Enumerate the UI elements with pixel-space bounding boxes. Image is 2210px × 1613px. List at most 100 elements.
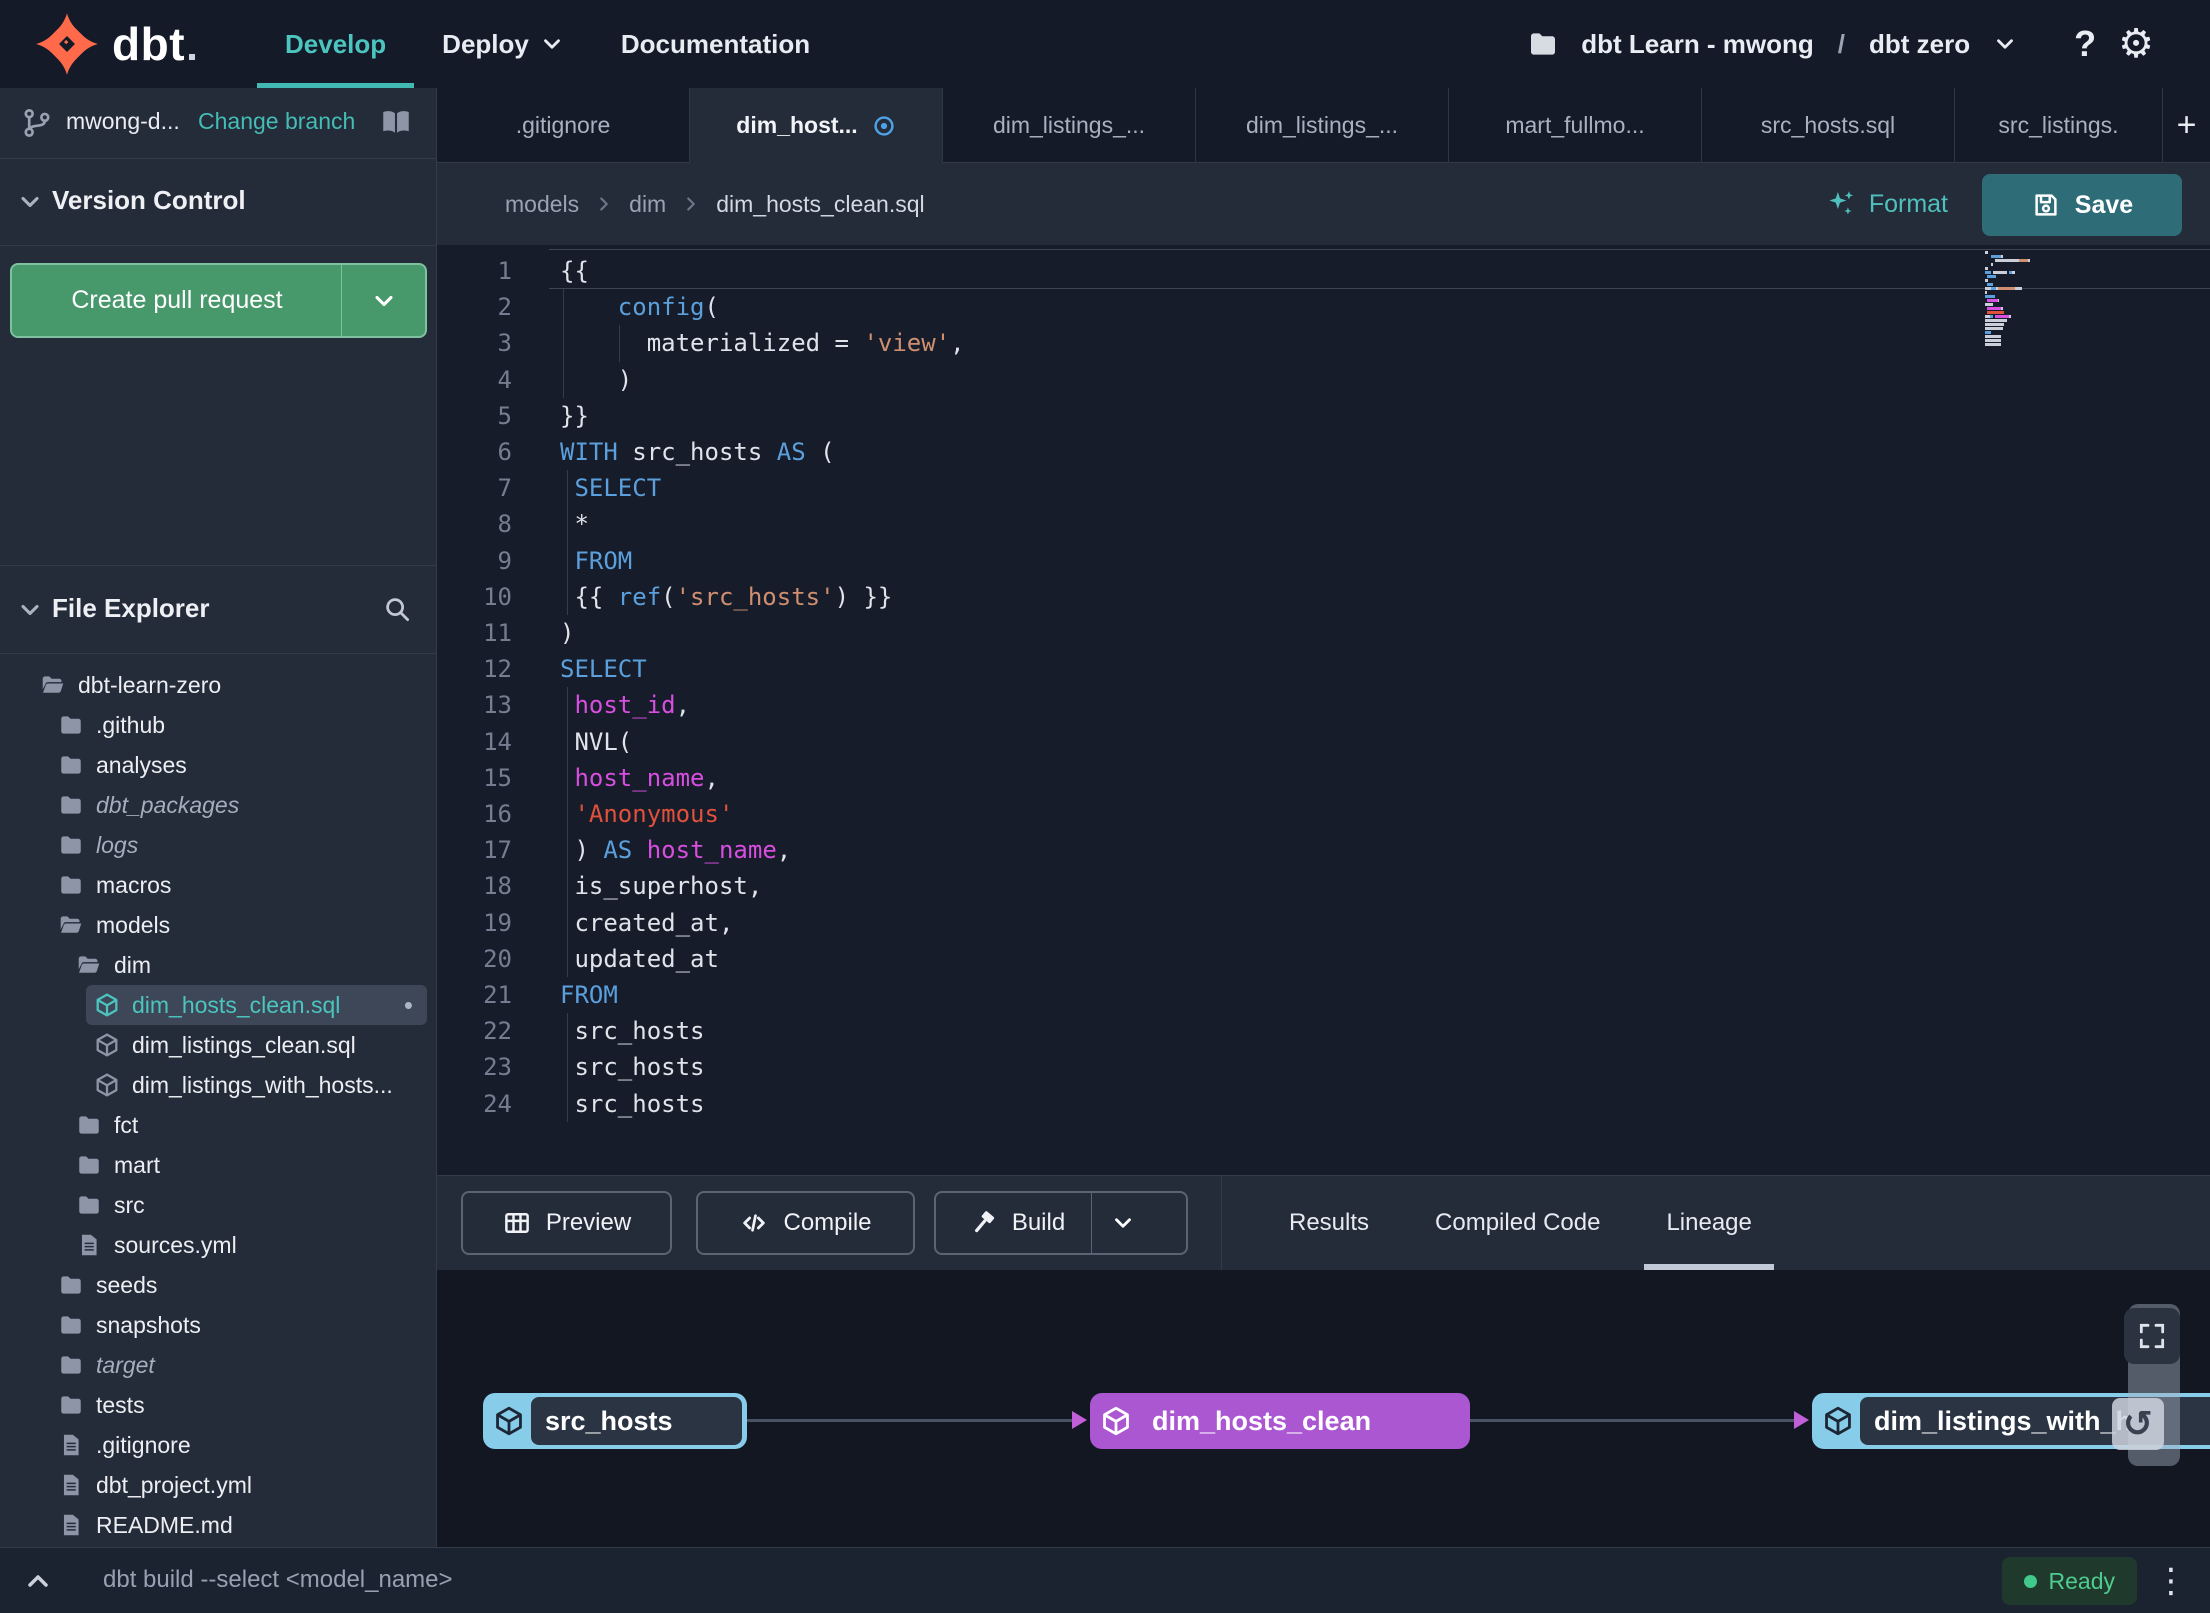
code-text: {{ ref('src_hosts') }} [560,582,893,611]
code-line: 11) [437,615,2210,652]
tab-dim-listings[interactable]: dim_listings_... [1196,88,1449,163]
build-dropdown[interactable] [1091,1193,1154,1253]
line-number: 9 [497,546,512,575]
code-line: 1 {{ [437,253,2210,290]
tree-item-dbt-project-yml[interactable]: dbt_project.yml [0,1465,436,1505]
tree-item-dim-listings-with-hosts[interactable]: dim_listings_with_hosts... [0,1065,436,1105]
tab-src-hosts-sql[interactable]: src_hosts.sql [1702,88,1955,163]
code-line: 21 FROM [437,977,2210,1014]
tree-item-readme-md[interactable]: README.md [0,1505,436,1545]
tree-item-src[interactable]: src [0,1185,436,1225]
lineage-node-label: src_hosts [531,1397,742,1445]
nav-deploy[interactable]: Deploy [414,0,593,88]
environment-name[interactable]: dbt zero [1869,29,1970,60]
tree-item-tests[interactable]: tests [0,1385,436,1425]
nav-documentation[interactable]: Documentation [593,0,838,88]
result-tab-results[interactable]: Results [1267,1176,1391,1270]
tree-item-dim-listings-clean-sql[interactable]: dim_listings_clean.sql [0,1025,436,1065]
tree-item-models[interactable]: models [0,905,436,945]
code-line: 19 created_at, [437,905,2210,942]
line-number: 15 [483,763,512,792]
lineage-canvas[interactable]: src_hosts dim_hosts_clean dim_listings_wit… [437,1270,2210,1547]
tree-item-gitignore[interactable]: .gitignore [0,1425,436,1465]
tree-item-mart[interactable]: mart [0,1145,436,1185]
line-number: 12 [483,655,512,684]
compile-label: Compile [783,1209,872,1236]
tree-item-logs[interactable]: logs [0,825,436,865]
line-number: 14 [483,727,512,756]
tree-item-label: fct [114,1112,139,1138]
lineage-node-src-hosts[interactable]: src_hosts [483,1393,747,1449]
tree-item-fct[interactable]: fct [0,1105,436,1145]
project-folder-icon [1527,28,1559,60]
tree-item-github[interactable]: .github [0,705,436,745]
gear-icon[interactable]: ⚙ [2118,24,2154,64]
build-button[interactable]: Build [934,1191,1188,1255]
chevron-down-icon[interactable] [1992,31,2018,57]
kebab-menu-icon[interactable]: ⋮ [2154,1558,2188,1604]
tree-item-sources-yml[interactable]: sources.yml [0,1225,436,1265]
folder-open-icon [76,952,102,978]
folder-icon [76,1112,102,1138]
chevron-up-icon[interactable] [22,1565,54,1597]
hammer-icon [968,1208,998,1238]
tree-item-dbt-packages[interactable]: dbt_packages [0,785,436,825]
tree-item-dim[interactable]: dim [0,945,436,985]
tree-item-label: src [114,1192,145,1218]
tab-gitignore[interactable]: .gitignore [437,88,690,163]
brand-text: dbt [112,18,186,70]
line-number: 5 [497,401,512,430]
indent-guide [567,470,568,615]
code-text: src_hosts [560,1089,705,1118]
reset-view-button[interactable]: ↺ [2112,1398,2164,1450]
tab-label: src_hosts.sql [1760,112,1896,138]
fullscreen-button[interactable] [2124,1308,2180,1364]
nav-develop[interactable]: Develop [257,0,415,88]
tree-item-macros[interactable]: macros [0,865,436,905]
tab-dim-host[interactable]: dim_host... [690,88,943,163]
lineage-node-dim-hosts-clean[interactable]: dim_hosts_clean [1090,1393,1470,1449]
tree-item-dim-hosts-clean-sql[interactable]: dim_hosts_clean.sql • [86,985,427,1025]
file-icon [76,1232,102,1258]
tab-mart-fullmo[interactable]: mart_fullmo... [1449,88,1702,163]
format-button[interactable]: Format [1823,163,1948,245]
tab-src-listings[interactable]: src_listings. [1955,88,2163,163]
tree-item-dbt-learn-zero[interactable]: dbt-learn-zero [0,665,436,705]
model-cube-icon [94,1072,120,1098]
tab-dim-listings[interactable]: dim_listings_... [943,88,1196,163]
new-tab-button[interactable]: + [2163,88,2210,162]
tree-item-analyses[interactable]: analyses [0,745,436,785]
sparkles-icon [1823,187,1857,221]
folder-icon [58,792,84,818]
result-tab-compiled-code[interactable]: Compiled Code [1413,1176,1622,1270]
tree-item-snapshots[interactable]: snapshots [0,1305,436,1345]
tree-item-label: sources.yml [114,1232,237,1258]
tree-item-label: dim_listings_clean.sql [132,1032,356,1058]
brand-dot [189,54,196,60]
dbt-logo[interactable]: dbt [34,11,196,77]
code-editor[interactable]: 1{{2 config(3 materialized = 'view', 4 ) 5… [437,245,2210,1175]
tree-item-target[interactable]: target [0,1345,436,1385]
model-cube-icon [1100,1405,1132,1437]
help-icon[interactable]: ? [2074,23,2096,65]
save-button[interactable]: Save [1982,174,2182,236]
table-icon [502,1208,532,1238]
compile-button[interactable]: Compile [696,1191,915,1255]
preview-button[interactable]: Preview [461,1191,672,1255]
tree-item-label: dbt_project.yml [96,1472,252,1498]
indent-guide [619,325,620,362]
project-name[interactable]: dbt Learn - mwong [1581,29,1814,60]
top-nav: dbt Develop Deploy Documentation dbt Lea… [0,0,2210,88]
tree-item-label: dim_listings_with_hosts... [132,1072,393,1098]
line-number: 23 [483,1053,512,1082]
expand-icon [2136,1320,2168,1352]
line-number: 4 [497,365,512,394]
tab-label: dim_listings_... [992,112,1146,138]
tree-item-seeds[interactable]: seeds [0,1265,436,1305]
folder-icon [58,872,84,898]
result-tab-lineage[interactable]: Lineage [1644,1176,1773,1270]
command-bar[interactable]: dbt build --select <model_name> Ready ⋮ [0,1547,2210,1613]
breadcrumb-row: models dim dim_hosts_clean.sql Format Save [437,163,2210,245]
code-line: 9 FROM [437,543,2210,580]
code-line: 10 {{ ref('src_hosts') }} [437,579,2210,616]
